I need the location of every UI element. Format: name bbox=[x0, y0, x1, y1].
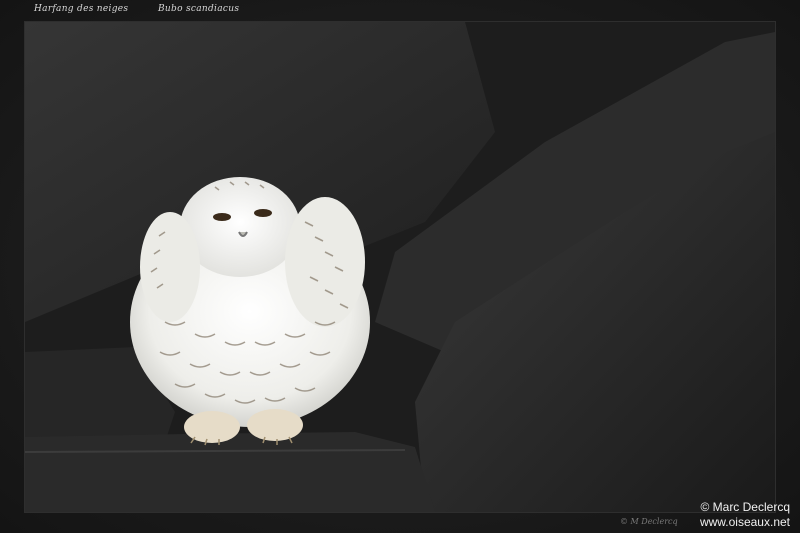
owl-photo bbox=[25, 22, 775, 512]
owl-right-eye bbox=[254, 209, 272, 217]
owl-right-wing bbox=[285, 197, 365, 327]
copyright-credit: © Marc Declercq bbox=[700, 500, 790, 514]
website-credit: www.oiseaux.net bbox=[699, 515, 790, 529]
owl-right-foot bbox=[247, 409, 303, 441]
perch-rock bbox=[25, 432, 435, 512]
owl-beak bbox=[238, 231, 248, 237]
small-signature: © M Declercq bbox=[620, 517, 678, 526]
owl-left-foot bbox=[184, 411, 240, 443]
common-name-caption: Harfang des neiges bbox=[34, 4, 129, 14]
owl-left-wing bbox=[140, 212, 200, 322]
owl-left-eye bbox=[213, 213, 231, 221]
scientific-name-caption: Bubo scandiacus bbox=[158, 4, 240, 14]
owl-photo-illustration bbox=[25, 22, 775, 512]
